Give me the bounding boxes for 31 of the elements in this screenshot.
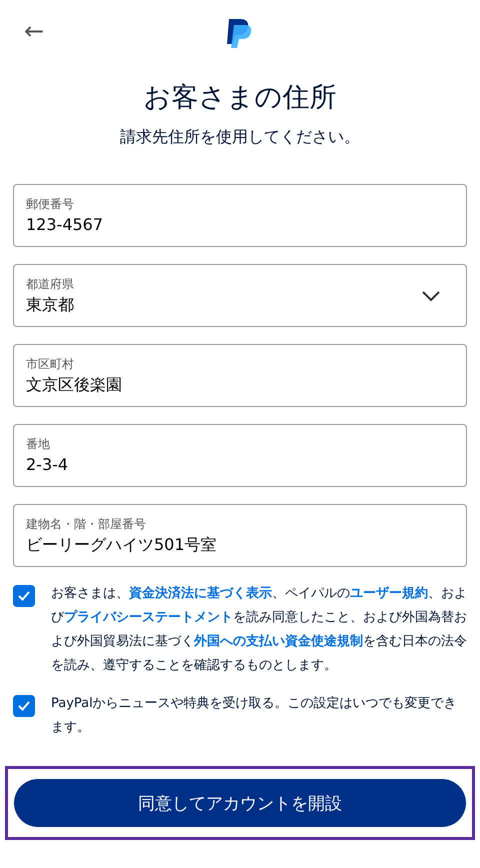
link[interactable]: 資金決済法に基づく表示 [129, 586, 272, 601]
field-value: 文京区後楽園 [26, 374, 122, 396]
checkbox[interactable] [13, 585, 35, 607]
select-field[interactable]: 都道府県 東京都 [13, 264, 467, 327]
subtitle: 請求先住所を使用してください。 [119, 126, 361, 148]
consent-text: PayPalからニュースや特典を受け取る。この設定はいつでも変更できます。 [51, 695, 458, 737]
field-label: 市区町村 [26, 356, 75, 372]
chevron-down-icon [422, 290, 440, 300]
field-value: 東京都 [26, 294, 74, 316]
field-label: 郵便番号 [26, 196, 75, 212]
check-icon [17, 590, 31, 602]
field-label: 建物名・階・部屋番号 [26, 516, 147, 532]
checkbox[interactable] [13, 695, 35, 717]
field-value: ビーリーグハイツ501号室 [26, 534, 217, 556]
field-label: 都道府県 [26, 276, 74, 292]
submit-button[interactable]: 同意してアカウントを開設 [14, 779, 466, 827]
input-field[interactable]: 建物名・階・部屋番号 ビーリーグハイツ501号室 [13, 504, 467, 567]
input-field[interactable]: 市区町村 文京区後楽園 [13, 344, 467, 407]
page-title: お客さまの住所 [142, 81, 338, 115]
link[interactable]: プライバシーステートメント [64, 610, 233, 625]
field-value: 123-4567 [26, 214, 104, 236]
check-icon [17, 700, 31, 712]
consent-text: お客さまは、資金決済法に基づく表示、ペイパルのユーザー規約、およびプライバシーステートメント を読み同意したこと、および外国為替および外国貿易法に基づく 外国への支払い資金使途規制を含む日本の法令を読み、遵守することを確認するものとします。 [51, 584, 467, 675]
field-label: 番地 [26, 436, 51, 452]
link[interactable]: 外国への支払い資金使途規制 [194, 634, 363, 649]
input-field[interactable]: 郵便番号 123-4567 [13, 184, 467, 247]
field-value: 2-3-4 [26, 454, 68, 476]
logo-icon [226, 17, 254, 49]
link[interactable]: ユーザー規約 [350, 586, 428, 601]
back-button[interactable]: ← [24, 16, 44, 46]
input-field[interactable]: 番地 2-3-4 [13, 424, 467, 487]
